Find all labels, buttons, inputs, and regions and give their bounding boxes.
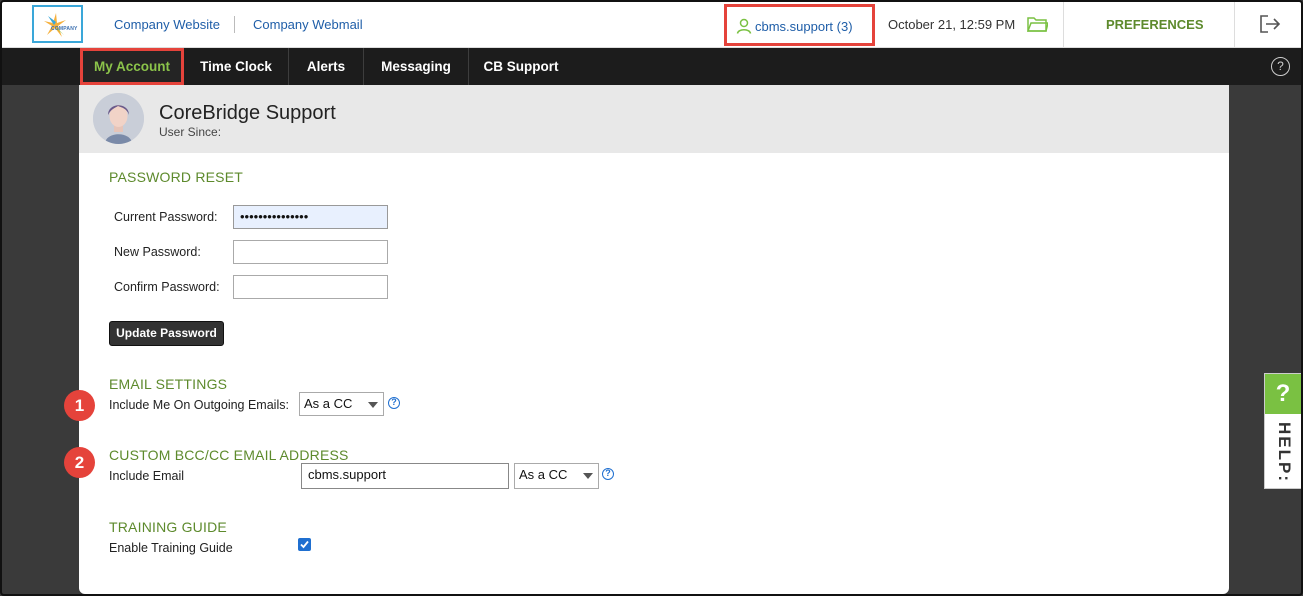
logo-text: COMPANY (51, 26, 78, 32)
user-menu-button[interactable]: cbms.support (3) (736, 18, 853, 34)
update-password-button[interactable]: Update Password (109, 321, 224, 346)
include-me-label: Include Me On Outgoing Emails: (109, 398, 289, 412)
avatar-person-icon (93, 93, 144, 144)
enable-training-checkbox[interactable] (298, 538, 311, 551)
callout-badge-1: 1 (64, 390, 95, 421)
tab-time-clock[interactable]: Time Clock (188, 48, 284, 85)
user-menu-label: cbms.support (3) (755, 18, 853, 34)
top-header: COMPANY Company Website Company Webmail … (2, 2, 1301, 48)
chevron-down-icon (583, 473, 593, 479)
custom-bcc-help-icon[interactable]: ? (602, 468, 614, 480)
include-email-label: Include Email (109, 469, 185, 483)
preferences-button[interactable]: PREFERENCES (1106, 17, 1204, 32)
help-side-tab[interactable]: ? HELP: (1264, 373, 1301, 489)
checkmark-icon (300, 540, 309, 549)
email-settings-help-icon[interactable]: ? (388, 397, 400, 409)
tab-alerts[interactable]: Alerts (289, 48, 363, 85)
main-nav: My Account Time Clock Alerts Messaging C… (2, 48, 1301, 85)
header-divider (1063, 2, 1064, 48)
bcc-mode-select-value: As a CC (519, 467, 568, 482)
password-reset-title: PASSWORD RESET (109, 169, 244, 185)
tab-messaging[interactable]: Messaging (364, 48, 468, 85)
new-password-input[interactable] (233, 240, 388, 264)
header-divider (1234, 2, 1235, 48)
bcc-mode-select[interactable]: As a CC (514, 463, 599, 489)
profile-name: CoreBridge Support (159, 102, 336, 124)
profile-header: CoreBridge Support User Since: (79, 85, 1229, 153)
include-me-select[interactable]: As a CC (299, 392, 384, 416)
user-since-label: User Since: (159, 125, 222, 139)
enable-training-label: Enable Training Guide (109, 541, 233, 555)
help-tab-label: HELP: (1275, 422, 1294, 483)
user-menu-highlight: cbms.support (3) (724, 4, 875, 46)
new-password-label: New Password: (114, 245, 201, 259)
custom-bcc-title: CUSTOM BCC/CC EMAIL ADDRESS (109, 447, 349, 463)
callout-badge-2: 2 (64, 447, 95, 478)
help-question-icon: ? (1265, 374, 1301, 414)
include-email-input[interactable]: cbms.support (301, 463, 509, 489)
include-me-select-value: As a CC (304, 396, 353, 411)
app-window: COMPANY Company Website Company Webmail … (0, 0, 1303, 596)
tab-my-account[interactable]: My Account (80, 48, 184, 85)
tab-cb-support[interactable]: CB Support (469, 48, 573, 85)
account-panel: CoreBridge Support User Since: PASSWORD … (79, 85, 1229, 594)
email-settings-title: EMAIL SETTINGS (109, 376, 228, 392)
chevron-down-icon (368, 402, 378, 408)
help-circle-icon[interactable]: ? (1271, 57, 1290, 76)
folder-icon[interactable] (1027, 16, 1048, 33)
current-password-input[interactable]: ••••••••••••••• (233, 205, 388, 229)
user-icon (736, 18, 752, 34)
current-password-label: Current Password: (114, 210, 218, 224)
training-guide-title: TRAINING GUIDE (109, 519, 227, 535)
link-divider (234, 16, 235, 33)
company-webmail-link[interactable]: Company Webmail (253, 17, 363, 32)
logout-icon[interactable] (1259, 14, 1281, 34)
avatar (93, 93, 144, 144)
confirm-password-input[interactable] (233, 275, 388, 299)
company-logo[interactable]: COMPANY (32, 5, 83, 43)
company-website-link[interactable]: Company Website (114, 17, 220, 32)
confirm-password-label: Confirm Password: (114, 280, 220, 294)
current-datetime: October 21, 12:59 PM (888, 17, 1016, 32)
